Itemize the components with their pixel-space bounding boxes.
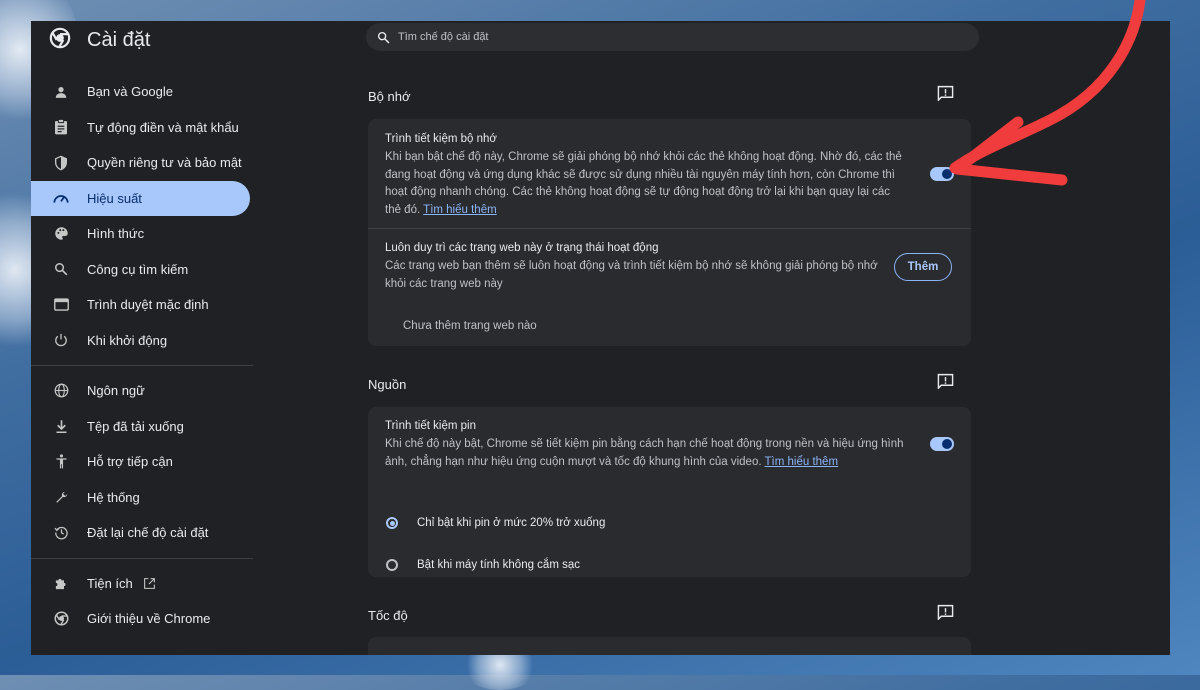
person-icon <box>53 84 69 100</box>
sidebar-divider <box>31 365 253 366</box>
sidebar-item-label: Hình thức <box>87 226 145 242</box>
accessibility-icon <box>53 454 69 470</box>
feedback-icon[interactable] <box>937 85 954 106</box>
battery-saver-title: Trình tiết kiệm pin <box>385 420 476 432</box>
browser-icon <box>53 297 69 313</box>
sidebar-item-label: Giới thiệu về Chrome <box>87 611 211 627</box>
open-in-new-icon <box>143 577 156 590</box>
keep-active-title: Luôn duy trì các trang web này ở trạng t… <box>385 242 659 254</box>
settings-window: Cài đặt Bạn và Google Tự động điền và mậ… <box>31 21 1170 655</box>
battery-saver-description: Khi chế độ này bật, Chrome sẽ tiết kiệm … <box>385 438 904 468</box>
sidebar-item-performance[interactable]: Hiệu suất <box>31 180 250 216</box>
speedometer-icon <box>53 190 69 206</box>
memory-saver-title: Trình tiết kiệm bộ nhớ <box>385 133 497 145</box>
sidebar-item-label: Hệ thống <box>87 489 140 505</box>
sidebar-item-default-browser[interactable]: Trình duyệt mặc định <box>31 287 250 323</box>
sidebar-item-label: Ngôn ngữ <box>87 383 145 399</box>
sidebar-item-label: Bạn và Google <box>87 84 174 100</box>
sidebar-item-languages[interactable]: Ngôn ngữ <box>31 373 250 409</box>
sidebar-item-search-engine[interactable]: Công cụ tìm kiếm <box>31 252 250 288</box>
memory-saver-description: Khi bạn bật chế độ này, Chrome sẽ giải p… <box>385 151 902 217</box>
keep-active-description: Các trang web bạn thêm sẽ luôn hoạt động… <box>385 260 878 290</box>
sidebar-item-label: Tệp đã tải xuống <box>87 418 184 434</box>
globe-icon <box>53 383 69 399</box>
sidebar-item-about-chrome[interactable]: Giới thiệu về Chrome <box>31 601 250 637</box>
feedback-icon[interactable] <box>937 604 954 625</box>
add-site-button[interactable]: Thêm <box>894 253 952 281</box>
clipboard-icon <box>53 119 69 135</box>
battery-option-label: Chỉ bật khi pin ở mức 20% trở xuống <box>417 517 606 529</box>
sidebar: Cài đặt Bạn và Google Tự động điền và mậ… <box>31 21 256 655</box>
sidebar-item-label: Tự động điền và mật khẩu <box>87 119 239 135</box>
chrome-logo-icon <box>49 27 71 54</box>
memory-section-title: Bộ nhớ <box>368 89 411 104</box>
battery-option-radio-selected[interactable] <box>386 517 398 529</box>
battery-option-radio[interactable] <box>386 559 398 571</box>
memory-card: Trình tiết kiệm bộ nhớ Khi bạn bật chế đ… <box>368 119 971 346</box>
search-icon <box>53 261 69 277</box>
download-icon <box>53 418 69 434</box>
speed-card <box>368 637 971 655</box>
search-input[interactable] <box>396 30 940 44</box>
wrench-icon <box>53 489 69 505</box>
sidebar-item-reset[interactable]: Đặt lại chế độ cài đặt <box>31 515 250 551</box>
sidebar-divider <box>31 557 253 559</box>
sidebar-item-label: Đặt lại chế độ cài đặt <box>87 525 209 541</box>
puzzle-icon <box>53 575 69 591</box>
sidebar-item-label: Hỗ trợ tiếp cận <box>87 454 173 470</box>
sidebar-item-label: Khi khởi động <box>87 332 168 348</box>
page-title: Cài đặt <box>87 29 151 51</box>
sidebar-item-system[interactable]: Hệ thống <box>31 480 250 516</box>
battery-saver-toggle[interactable] <box>930 437 954 451</box>
sidebar-item-label: Quyền riêng tư và bảo mật <box>87 155 242 171</box>
sidebar-item-label: Công cụ tìm kiếm <box>87 261 189 277</box>
card-divider <box>368 228 971 229</box>
battery-option-label: Bật khi máy tính không cắm sạc <box>417 559 580 571</box>
learn-more-link[interactable]: Tìm hiểu thêm <box>765 456 839 468</box>
chrome-icon <box>53 611 69 627</box>
power-section-title: Nguồn <box>368 377 407 392</box>
search-icon <box>377 31 390 44</box>
sidebar-item-autofill[interactable]: Tự động điền và mật khẩu <box>31 110 250 146</box>
sidebar-item-label: Hiệu suất <box>87 190 142 206</box>
sidebar-nav: Bạn và Google Tự động điền và mật khẩu Q… <box>31 74 256 637</box>
learn-more-link[interactable]: Tìm hiểu thêm <box>423 204 497 216</box>
sidebar-item-on-startup[interactable]: Khi khởi động <box>31 323 250 359</box>
power-icon <box>53 332 69 348</box>
brand: Cài đặt <box>49 27 150 54</box>
sidebar-item-extensions[interactable]: Tiện ích <box>31 566 250 602</box>
palette-icon <box>53 226 69 242</box>
shield-icon <box>53 155 69 171</box>
sidebar-item-you-and-google[interactable]: Bạn và Google <box>31 74 250 110</box>
sidebar-item-downloads[interactable]: Tệp đã tải xuống <box>31 409 250 445</box>
sidebar-item-privacy[interactable]: Quyền riêng tư và bảo mật <box>31 145 250 181</box>
search-bar <box>366 23 979 51</box>
empty-sites-text: Chưa thêm trang web nào <box>403 320 537 332</box>
history-icon <box>53 525 69 541</box>
power-card: Trình tiết kiệm pin Khi chế độ này bật, … <box>368 407 971 577</box>
sidebar-item-appearance[interactable]: Hình thức <box>31 216 250 252</box>
sidebar-item-label: Tiện ích <box>87 575 133 591</box>
memory-saver-toggle[interactable] <box>930 167 954 181</box>
speed-section-title: Tốc độ <box>368 608 408 623</box>
sidebar-item-accessibility[interactable]: Hỗ trợ tiếp cận <box>31 444 250 480</box>
feedback-icon[interactable] <box>937 373 954 394</box>
sidebar-item-label: Trình duyệt mặc định <box>87 297 209 313</box>
